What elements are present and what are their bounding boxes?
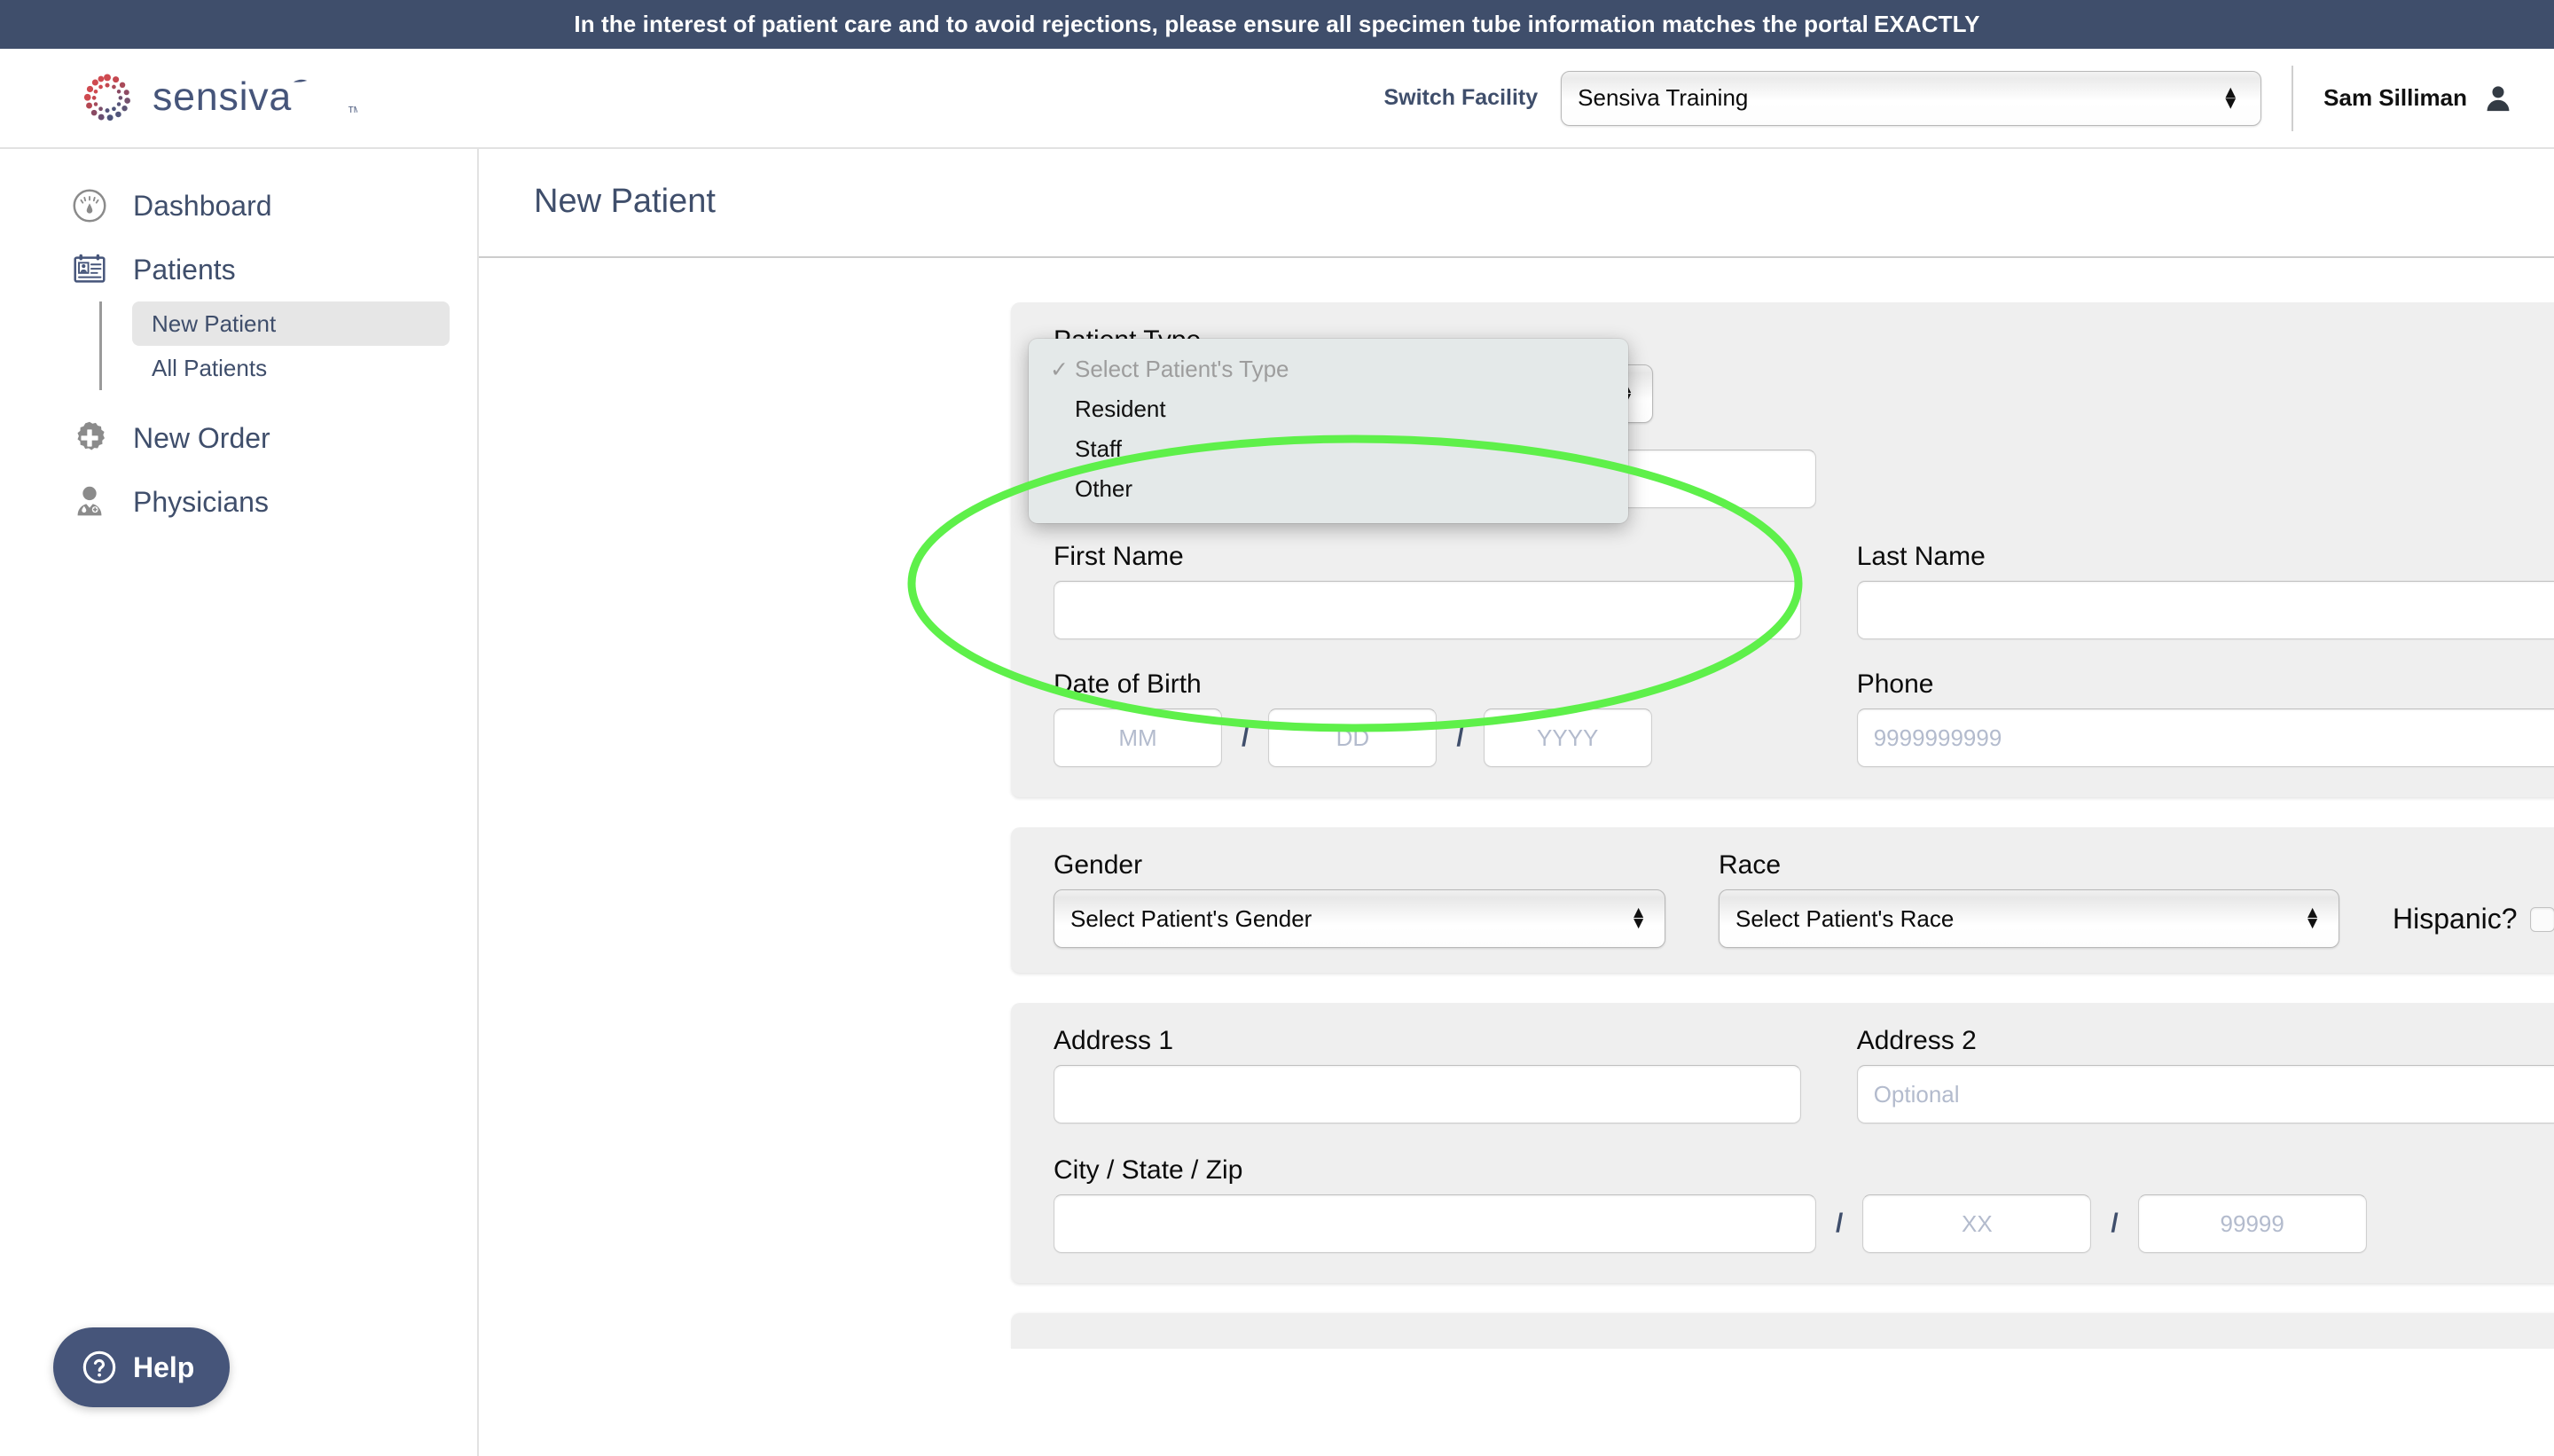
- alert-banner-text: In the interest of patient care and to a…: [574, 11, 1868, 37]
- sidebar-item-all-patients[interactable]: All Patients: [132, 346, 450, 390]
- sidebar-item-new-patient-label: New Patient: [152, 309, 277, 337]
- address2-input[interactable]: [1856, 1065, 2554, 1123]
- address2-label: Address 2: [1856, 1026, 1977, 1055]
- sidebar-item-patients-label: Patients: [133, 253, 236, 286]
- sidebar-item-all-patients-label: All Patients: [152, 354, 268, 381]
- alert-banner: In the interest of patient care and to a…: [0, 0, 2554, 49]
- dropdown-option-label: Staff: [1075, 435, 1123, 462]
- user-name: Sam Silliman: [2323, 84, 2467, 111]
- gender-select[interactable]: Select Patient's Gender ▲ ▼: [1054, 889, 1665, 948]
- last-name-group: Last Name: [1856, 542, 2554, 639]
- dropdown-check-icon: ✓: [1050, 356, 1069, 382]
- facility-select[interactable]: Sensiva Training ▲ ▼: [1561, 70, 2262, 126]
- sidebar-item-dashboard-label: Dashboard: [133, 189, 272, 222]
- doctor-icon: [77, 486, 102, 516]
- app-header: sensiva TM Switch Facility Sensiva Train…: [0, 49, 2554, 149]
- hispanic-label: Hispanic?: [2393, 903, 2518, 935]
- address1-group: Address 1: [1054, 1026, 1801, 1123]
- gender-stepper-icon: ▲ ▼: [1630, 904, 1647, 933]
- hispanic-group: Hispanic?: [2393, 903, 2554, 948]
- first-name-input[interactable]: [1054, 581, 1801, 639]
- dropdown-option-other[interactable]: Other: [1029, 469, 1628, 509]
- csz-separator-1: /: [1836, 1209, 1844, 1238]
- sidebar-item-patients[interactable]: Patients: [0, 238, 477, 301]
- dob-separator-1: /: [1242, 723, 1250, 752]
- dropdown-option-staff[interactable]: Staff: [1029, 429, 1628, 469]
- gender-label: Gender: [1054, 850, 1143, 880]
- patient-type-dropdown[interactable]: ✓ Select Patient's Type Resident Staff O…: [1029, 339, 1628, 523]
- sidebar-item-new-order[interactable]: New Order: [0, 406, 477, 470]
- dob-month-input[interactable]: [1054, 708, 1222, 767]
- city-state-zip-label: City / State / Zip: [1054, 1155, 1243, 1185]
- race-label: Race: [1719, 850, 1782, 880]
- dropdown-option-select-patients-type[interactable]: ✓ Select Patient's Type: [1029, 349, 1628, 389]
- zip-input[interactable]: [2137, 1194, 2367, 1253]
- city-input[interactable]: [1054, 1194, 1816, 1253]
- dob-label: Date of Birth: [1054, 669, 1202, 699]
- address-row: Address 1 Address 2: [1054, 1026, 2554, 1123]
- sensiva-dots-logo-icon: [83, 73, 130, 121]
- sidebar-item-physicians-label: Physicians: [133, 485, 269, 518]
- help-button[interactable]: Help: [53, 1327, 231, 1407]
- dropdown-option-label: Select Patient's Type: [1075, 356, 1289, 382]
- dropdown-option-resident[interactable]: Resident: [1029, 389, 1628, 429]
- facility-stepper-icon: ▲ ▼: [2221, 82, 2240, 114]
- svg-text:sensiva: sensiva: [153, 74, 292, 119]
- page-title: New Patient: [534, 183, 716, 220]
- svg-text:TM: TM: [349, 106, 358, 115]
- id-card-icon: [74, 254, 106, 283]
- first-name-label: First Name: [1054, 542, 1184, 571]
- sidebar-item-new-order-label: New Order: [133, 421, 270, 454]
- sensiva-wordmark: sensiva TM: [153, 74, 358, 119]
- panel-demographics: Gender Select Patient's Gender ▲ ▼ Race S…: [1011, 827, 2554, 973]
- name-row: First Name Last Name: [1054, 542, 2554, 639]
- phone-input[interactable]: [1856, 708, 2554, 767]
- dob-separator-2: /: [1456, 723, 1464, 752]
- race-select-value: Select Patient's Race: [1735, 904, 1955, 932]
- logo[interactable]: sensiva TM: [80, 71, 357, 126]
- address2-group: Address 2: [1856, 1026, 2554, 1123]
- sidebar-item-physicians[interactable]: Physicians: [0, 470, 477, 534]
- phone-label: Phone: [1856, 669, 1934, 699]
- sidebar-subnav-patients: New Patient All Patients: [99, 301, 477, 390]
- last-name-input[interactable]: [1856, 581, 2554, 639]
- dropdown-option-label: Resident: [1075, 395, 1166, 422]
- csz-separator-2: /: [2111, 1209, 2119, 1238]
- gender-group: Gender Select Patient's Gender ▲ ▼: [1054, 850, 1665, 948]
- address1-input[interactable]: [1054, 1065, 1801, 1123]
- gauge-icon: [73, 189, 106, 223]
- last-name-label: Last Name: [1856, 542, 1986, 571]
- city-state-zip-group: City / State / Zip / /: [1054, 1155, 2554, 1253]
- phone-group: Phone: [1856, 669, 2554, 767]
- first-name-group: First Name: [1054, 542, 1801, 639]
- user-avatar-icon[interactable]: [2483, 83, 2513, 114]
- race-select[interactable]: Select Patient's Race ▲ ▼: [1719, 889, 2339, 948]
- help-button-label: Help: [133, 1350, 195, 1383]
- address1-label: Address 1: [1054, 1026, 1174, 1055]
- dob-group: Date of Birth / /: [1054, 669, 1801, 767]
- dropdown-option-label: Other: [1075, 475, 1133, 502]
- sidebar-item-dashboard[interactable]: Dashboard: [0, 174, 477, 238]
- header-right-controls: Switch Facility Sensiva Training ▲ ▼ Sam …: [1383, 65, 2513, 131]
- state-input[interactable]: [1862, 1194, 2092, 1253]
- panel-next-section-partial: [1011, 1313, 2554, 1349]
- gender-select-value: Select Patient's Gender: [1070, 904, 1312, 932]
- header-divider: [2292, 65, 2294, 131]
- race-group: Race Select Patient's Race ▲ ▼: [1719, 850, 2339, 948]
- question-circle-icon: [82, 1350, 116, 1384]
- race-stepper-icon: ▲ ▼: [2304, 904, 2321, 933]
- facility-select-value: Sensiva Training: [1578, 84, 1749, 111]
- alert-banner-emphasis: EXACTLY: [1873, 11, 1980, 37]
- hispanic-checkbox[interactable]: [2529, 906, 2554, 932]
- dob-phone-row: Date of Birth / / Phone: [1054, 669, 2554, 767]
- panel-address: Address 1 Address 2 City / State / Zip /: [1011, 1003, 2554, 1283]
- switch-facility-label: Switch Facility: [1383, 85, 1539, 110]
- dob-year-input[interactable]: [1483, 708, 1652, 767]
- plus-badge-icon: [77, 421, 105, 450]
- body-wrapper: Dashboard Patients New Patient All Patie…: [0, 149, 2554, 1456]
- sidebar-item-new-patient[interactable]: New Patient: [132, 301, 450, 346]
- dob-day-input[interactable]: [1268, 708, 1438, 767]
- main-content: New Patient Patient Type Select Patient'…: [479, 149, 2554, 1456]
- sidebar: Dashboard Patients New Patient All Patie…: [0, 149, 479, 1456]
